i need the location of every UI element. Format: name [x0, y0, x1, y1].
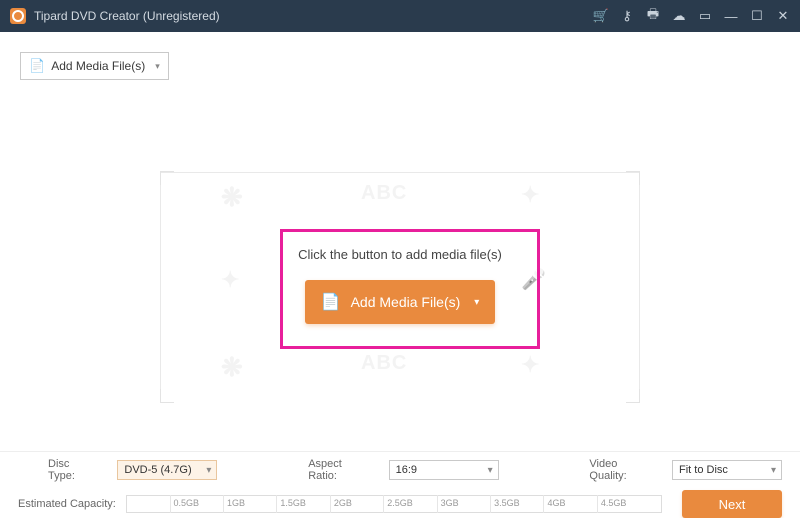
video-quality-select[interactable]: Fit to Disc: [672, 460, 782, 480]
capacity-tick: 2GB: [330, 495, 331, 513]
capacity-scale: 0.5GB 1GB 1.5GB 2GB 2.5GB 3GB 3.5GB 4GB …: [126, 495, 662, 513]
minimize-icon[interactable]: —: [724, 9, 738, 23]
help-icon[interactable]: ▭: [698, 9, 712, 23]
print-icon[interactable]: 🖶: [646, 9, 660, 23]
add-media-main-label: Add Media File(s): [351, 294, 461, 310]
capacity-tick: 1GB: [223, 495, 224, 513]
watermark-icon: [221, 182, 243, 213]
capacity-tick: 1.5GB: [276, 495, 277, 513]
add-media-top-button[interactable]: 📄 Add Media File(s) ▾: [20, 52, 169, 80]
preferences-icon[interactable]: ☁: [672, 9, 686, 23]
watermark-icon: [221, 267, 239, 293]
key-icon[interactable]: ⚷: [620, 9, 634, 23]
add-media-top-label: Add Media File(s): [51, 59, 145, 73]
capacity-tick: 2.5GB: [383, 495, 384, 513]
title-bar: Tipard DVD Creator (Unregistered) 🛒 ⚷ 🖶 …: [0, 0, 800, 32]
watermark-icon: [521, 352, 539, 378]
video-quality-label: Video Quality:: [589, 458, 642, 482]
chevron-down-icon: ▾: [155, 61, 160, 72]
window-title: Tipard DVD Creator (Unregistered): [34, 9, 220, 23]
add-media-prompt: Click the button to add media file(s): [0, 247, 800, 262]
aspect-ratio-label: Aspect Ratio:: [308, 458, 358, 482]
capacity-tick: 0.5GB: [170, 495, 171, 513]
watermark-icon: [221, 352, 243, 383]
watermark-icon: [361, 182, 407, 205]
capacity-tick: 4GB: [543, 495, 544, 513]
capacity-tick: 4.5GB: [597, 495, 598, 513]
work-area: 📄 Add Media File(s) ▾ Click the button t…: [0, 32, 800, 452]
cart-icon[interactable]: 🛒: [594, 9, 608, 23]
aspect-ratio-select[interactable]: 16:9: [389, 460, 499, 480]
add-file-icon: 📄: [29, 58, 45, 74]
watermark-icon: [361, 352, 407, 375]
add-media-main-button[interactable]: 📄 Add Media File(s) ▾: [305, 280, 495, 324]
bottom-bar: Disc Type: DVD-5 (4.7G) Aspect Ratio: 16…: [0, 452, 800, 514]
capacity-tick: 3GB: [437, 495, 438, 513]
chevron-down-icon: ▾: [474, 297, 479, 308]
disc-type-label: Disc Type:: [48, 458, 87, 482]
capacity-label: Estimated Capacity:: [18, 498, 116, 510]
capacity-tick: 3.5GB: [490, 495, 491, 513]
watermark-icon: [521, 267, 546, 292]
app-logo-icon: [10, 8, 26, 24]
maximize-icon[interactable]: ☐: [750, 9, 764, 23]
titlebar-actions: 🛒 ⚷ 🖶 ☁ ▭ — ☐ ✕: [594, 9, 790, 23]
close-icon[interactable]: ✕: [776, 9, 790, 23]
watermark-icon: [521, 182, 539, 208]
add-file-icon: 📄: [321, 292, 341, 312]
disc-type-select[interactable]: DVD-5 (4.7G): [117, 460, 217, 480]
